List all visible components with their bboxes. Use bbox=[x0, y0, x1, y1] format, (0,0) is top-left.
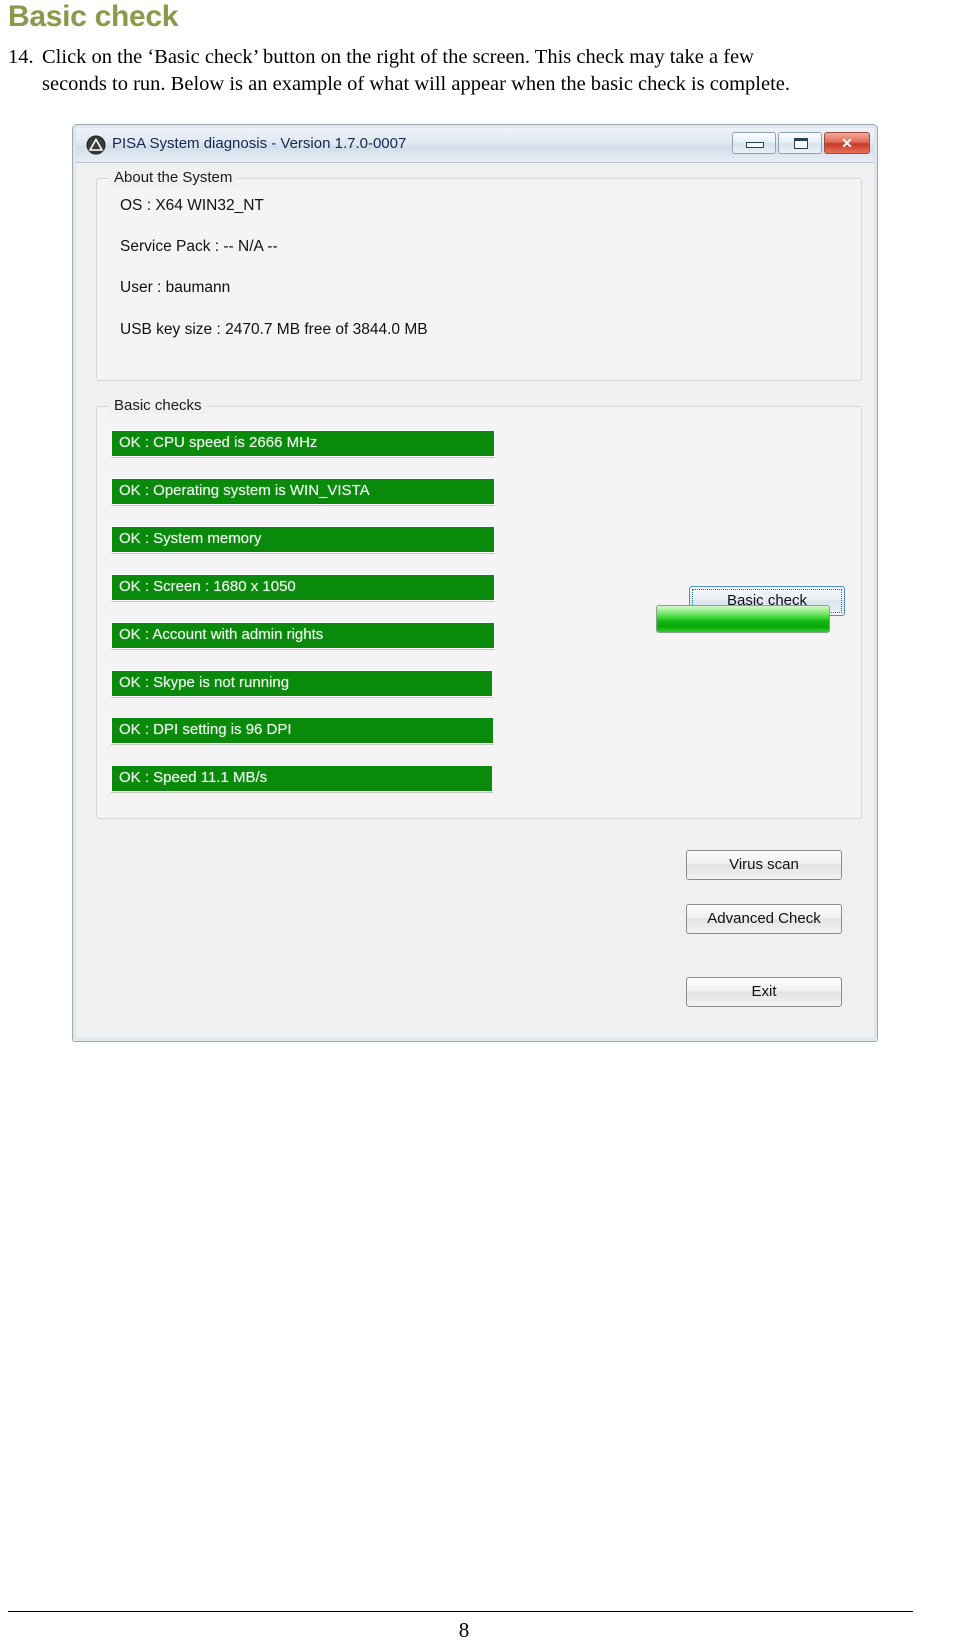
check-status-memory: OK : System memory bbox=[111, 526, 495, 553]
maximize-button[interactable] bbox=[778, 132, 822, 154]
about-line-usb-key-size: USB key size : 2470.7 MB free of 3844.0 … bbox=[120, 321, 428, 338]
exit-button-label: Exit bbox=[751, 983, 777, 1000]
page-title: Basic check bbox=[8, 0, 179, 33]
check-status-speed: OK : Speed 11.1 MB/s bbox=[111, 765, 493, 792]
close-icon: ✕ bbox=[841, 135, 853, 151]
check-label: OK : Skype is not running bbox=[119, 674, 290, 691]
maximize-icon bbox=[794, 138, 808, 149]
check-progress-bar bbox=[656, 605, 830, 633]
basic-checks-group-legend: Basic checks bbox=[109, 397, 207, 414]
check-status-admin-rights: OK : Account with admin rights bbox=[111, 622, 495, 649]
check-label: OK : Screen : 1680 x 1050 bbox=[119, 578, 296, 595]
exit-button[interactable]: Exit bbox=[686, 977, 842, 1007]
window-title: PISA System diagnosis - Version 1.7.0-00… bbox=[112, 135, 407, 152]
about-line-os: OS : X64 WIN32_NT bbox=[120, 197, 264, 214]
check-label: OK : Operating system is WIN_VISTA bbox=[119, 482, 370, 499]
instruction-line-1: Click on the ‘Basic check’ button on the… bbox=[42, 46, 754, 68]
window-titlebar[interactable]: PISA System diagnosis - Version 1.7.0-00… bbox=[76, 128, 874, 163]
virus-scan-button[interactable]: Virus scan bbox=[686, 850, 842, 880]
app-triangle-icon bbox=[86, 135, 106, 155]
check-status-dpi: OK : DPI setting is 96 DPI bbox=[111, 717, 494, 744]
window-frame: PISA System diagnosis - Version 1.7.0-00… bbox=[73, 125, 877, 1041]
about-the-system-group: About the System OS : X64 WIN32_NT Servi… bbox=[96, 169, 862, 381]
virus-scan-button-label: Virus scan bbox=[729, 856, 799, 873]
progress-fill bbox=[657, 606, 829, 632]
check-status-cpu-speed: OK : CPU speed is 2666 MHz bbox=[111, 430, 495, 457]
check-label: OK : System memory bbox=[119, 530, 262, 547]
about-group-legend: About the System bbox=[109, 169, 238, 186]
about-line-user: User : baumann bbox=[120, 279, 231, 296]
check-status-os: OK : Operating system is WIN_VISTA bbox=[111, 478, 495, 505]
minimize-button[interactable] bbox=[732, 132, 776, 154]
check-status-skype: OK : Skype is not running bbox=[111, 670, 493, 697]
check-label: OK : Speed 11.1 MB/s bbox=[119, 769, 268, 786]
about-line-service-pack: Service Pack : -- N/A -- bbox=[120, 238, 278, 255]
check-label: OK : Account with admin rights bbox=[119, 626, 324, 643]
step-number: 14. bbox=[8, 46, 34, 68]
check-label: OK : CPU speed is 2666 MHz bbox=[119, 434, 318, 451]
advanced-check-button[interactable]: Advanced Check bbox=[686, 904, 842, 934]
minimize-icon bbox=[746, 142, 764, 148]
check-label: OK : DPI setting is 96 DPI bbox=[119, 721, 292, 738]
window-controls: ✕ bbox=[732, 132, 870, 154]
check-status-screen: OK : Screen : 1680 x 1050 bbox=[111, 574, 495, 601]
close-button[interactable]: ✕ bbox=[824, 132, 870, 154]
pisa-diagnosis-window: PISA System diagnosis - Version 1.7.0-00… bbox=[72, 124, 878, 1042]
instruction-line-2: seconds to run. Below is an example of w… bbox=[42, 73, 791, 95]
instruction-paragraph: 14. Click on the ‘Basic check’ button on … bbox=[8, 44, 903, 71]
footer-divider bbox=[8, 1611, 913, 1612]
page-number: 8 bbox=[458, 1618, 470, 1642]
advanced-check-button-label: Advanced Check bbox=[707, 910, 821, 927]
